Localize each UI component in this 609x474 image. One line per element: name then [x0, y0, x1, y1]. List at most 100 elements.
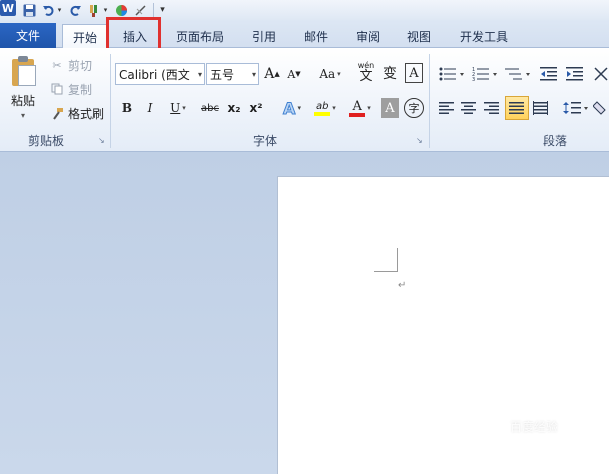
highlight-text: ab — [315, 100, 329, 112]
font-launcher-icon[interactable]: ↘ — [416, 136, 425, 145]
justify-icon — [509, 102, 524, 114]
text-effects-icon: A — [283, 98, 296, 118]
word-app-icon[interactable]: W — [0, 0, 16, 16]
copy-label: 复制 — [68, 82, 93, 97]
enclose-characters-button[interactable]: 字 — [404, 98, 424, 118]
svg-text:变: 变 — [383, 66, 397, 82]
decrease-indent-icon — [540, 67, 557, 81]
shrink-font-button[interactable]: A ▼ — [286, 63, 302, 85]
font-color-bar — [349, 112, 366, 117]
format-painter-icon[interactable] — [87, 3, 101, 17]
svg-text:3: 3 — [472, 77, 475, 82]
font-color-icon: A — [349, 98, 366, 117]
bold-button[interactable]: B — [118, 97, 136, 119]
chevron-down-icon[interactable]: ▾ — [21, 111, 25, 120]
highlight-button[interactable]: ab ▾ — [309, 97, 341, 119]
paste-label: 粘贴 — [10, 94, 35, 108]
paste-icon — [10, 56, 36, 86]
distributed-icon — [533, 101, 548, 115]
distributed-button[interactable] — [531, 97, 551, 119]
copy-button[interactable]: 复制 — [50, 79, 92, 99]
font-color-button[interactable]: A ▾ — [345, 97, 375, 119]
align-left-icon — [439, 102, 454, 114]
superscript-button[interactable]: x² — [246, 97, 266, 119]
decrease-indent-button[interactable] — [539, 63, 559, 85]
format-painter-button[interactable]: 格式刷 — [50, 103, 104, 123]
clipboard-launcher-icon[interactable]: ↘ — [98, 136, 107, 145]
tab-page-layout[interactable]: 页面布局 — [168, 24, 232, 48]
subscript-button[interactable]: x₂ — [224, 97, 244, 119]
quick-access-toolbar: W ▾ ▾ ▾ — [0, 0, 609, 20]
phonetic-guide-icon: 变 — [383, 66, 397, 82]
font-name-combo[interactable]: Calibri (西文 ▾ — [115, 63, 205, 85]
subscript-icon: x₂ — [227, 101, 241, 115]
redo-icon[interactable] — [68, 3, 82, 17]
font-color-text: A — [352, 98, 362, 114]
character-shading-button[interactable]: A — [381, 98, 399, 118]
character-border-icon: A — [409, 65, 419, 81]
highlighter-icon: ab — [314, 100, 331, 116]
highlight-color-bar — [314, 111, 331, 116]
align-left-button[interactable] — [437, 97, 457, 119]
character-shading-icon: A — [385, 100, 395, 116]
bold-icon: B — [121, 101, 133, 115]
cut-label: 剪切 — [68, 58, 93, 73]
change-case-button[interactable]: Aa ▾ — [316, 63, 344, 85]
multilevel-list-button[interactable] — [503, 63, 533, 85]
customize-icon[interactable]: ▾ — [153, 3, 167, 17]
cut-button[interactable]: ✂ 剪切 — [50, 55, 92, 75]
line-spacing-button[interactable] — [562, 97, 590, 119]
increase-indent-button[interactable] — [565, 63, 585, 85]
format-painter-label: 格式刷 — [68, 106, 105, 121]
font-group-label: 字体 — [252, 134, 277, 148]
tab-file[interactable]: 文件 — [0, 23, 56, 48]
character-border-button[interactable]: A — [405, 63, 423, 83]
tab-developer[interactable]: 开发工具 — [452, 24, 516, 48]
italic-icon: I — [147, 101, 153, 115]
font-size-combo[interactable]: 五号 ▾ — [206, 63, 259, 85]
tab-home[interactable]: 开始 — [62, 24, 108, 49]
undo-icon[interactable] — [41, 3, 55, 17]
tab-references[interactable]: 引用 — [244, 24, 284, 48]
numbering-icon: 123 — [472, 67, 497, 82]
chevron-down-icon[interactable]: ▾ — [198, 70, 202, 79]
tab-review[interactable]: 审阅 — [348, 24, 388, 48]
underline-icon: U — [170, 101, 181, 115]
copy-icon — [50, 82, 64, 96]
bullets-button[interactable] — [437, 63, 467, 85]
draw-icon[interactable] — [133, 3, 147, 17]
scissors-icon: ✂ — [52, 58, 62, 72]
align-center-button[interactable] — [459, 97, 479, 119]
phonetic-guide-button[interactable]: 变 — [380, 62, 400, 84]
undo-dropdown-icon[interactable]: ▾ — [56, 3, 63, 17]
align-right-button[interactable] — [482, 97, 502, 119]
font-size-value: 五号 — [210, 67, 235, 82]
dropdown-icon[interactable]: ▾ — [102, 3, 109, 17]
shrink-font-icon: A — [287, 67, 296, 81]
text-direction-icon — [593, 67, 608, 81]
paragraph-group-label: 段落 — [542, 134, 567, 148]
color-icon[interactable] — [114, 3, 128, 17]
justify-button[interactable] — [505, 96, 529, 120]
text-direction-button[interactable] — [592, 63, 609, 85]
tab-mailings[interactable]: 邮件 — [296, 24, 336, 48]
save-icon[interactable] — [22, 3, 36, 17]
ribbon-tabs: 文件 开始 插入 页面布局 引用 邮件 审阅 视图 开发工具 — [0, 20, 609, 49]
tab-view[interactable]: 视图 — [399, 24, 439, 48]
document-page[interactable]: ↵ — [277, 176, 609, 474]
phonetic-char: 文 — [359, 68, 373, 84]
chevron-down-icon[interactable]: ▾ — [252, 70, 256, 79]
paintbrush-icon — [50, 106, 64, 120]
paragraph-mark-icon: ↵ — [398, 280, 407, 291]
strikethrough-button[interactable]: abc — [199, 97, 221, 119]
clear-formatting-button[interactable]: wén 文 — [356, 61, 376, 83]
italic-button[interactable]: I — [141, 97, 159, 119]
paste-button[interactable]: 粘贴 ▾ — [6, 54, 40, 120]
shading-button[interactable] — [593, 97, 609, 119]
clipboard-group-label: 剪贴板 — [27, 134, 64, 148]
numbering-button[interactable]: 123 — [470, 63, 500, 85]
underline-button[interactable]: U ▾ — [165, 97, 191, 119]
text-effects-button[interactable]: A ▾ — [278, 97, 306, 119]
grow-font-button[interactable]: A ▲ — [264, 63, 280, 85]
enclose-characters-icon: 字 — [408, 102, 420, 115]
